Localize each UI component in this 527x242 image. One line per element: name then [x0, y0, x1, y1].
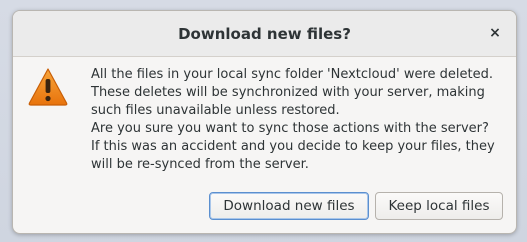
download-new-files-dialog: Download new files? × All the files in y…: [12, 10, 517, 234]
keep-local-files-button[interactable]: Keep local files: [375, 192, 503, 220]
message-line: If this was an accident and you decide t…: [91, 139, 495, 154]
message-line: such files unavailable unless restored.: [91, 103, 340, 118]
download-new-files-button[interactable]: Download new files: [209, 192, 369, 220]
message-line: Are you sure you want to sync those acti…: [91, 121, 489, 136]
dialog-message: All the files in your local sync folder …: [91, 66, 506, 174]
dialog-titlebar: Download new files? ×: [13, 11, 516, 57]
message-line: All the files in your local sync folder …: [91, 67, 493, 82]
message-line: These deletes will be synchronized with …: [91, 85, 485, 100]
message-line: will be re-synced from the server.: [91, 157, 309, 172]
close-icon: ×: [489, 25, 501, 41]
warning-triangle-icon: [28, 68, 68, 106]
close-button[interactable]: ×: [486, 24, 504, 42]
dialog-title: Download new files?: [178, 25, 351, 43]
